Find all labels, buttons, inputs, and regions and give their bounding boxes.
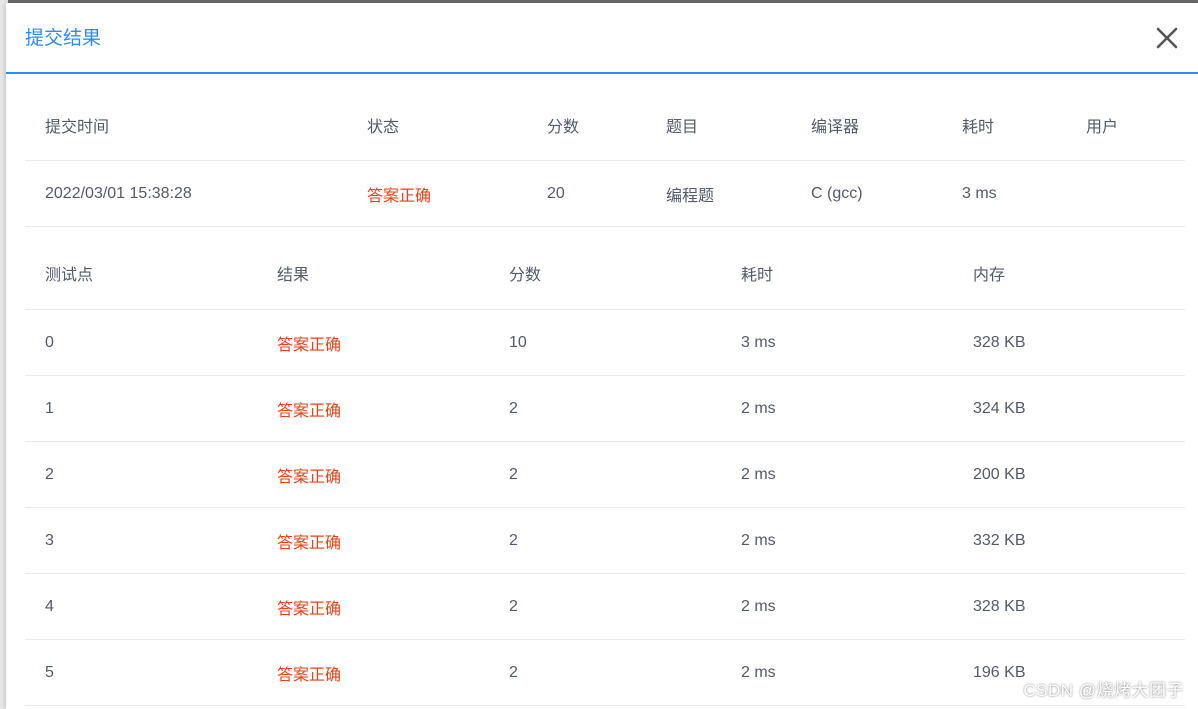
header-result: 结果	[257, 236, 489, 310]
case-time: 2 ms	[721, 441, 953, 508]
header-duration: 耗时	[942, 89, 1066, 161]
case-time: 2 ms	[721, 639, 953, 706]
problem-value: 编程题	[646, 160, 791, 227]
case-memory: 324 KB	[953, 375, 1185, 442]
case-result: 答案正确	[257, 441, 489, 508]
table-row: 1 答案正确 2 2 ms 324 KB	[25, 375, 1185, 442]
case-id: 2	[25, 441, 257, 508]
table-row: 2 答案正确 2 2 ms 200 KB	[25, 441, 1185, 508]
header-problem: 题目	[646, 89, 791, 161]
close-icon	[1156, 27, 1178, 49]
watermark: CSDN @烧烤大团子	[1023, 681, 1184, 700]
case-id: 3	[25, 507, 257, 574]
modal-title: 提交结果	[25, 28, 102, 49]
duration-value: 3 ms	[942, 160, 1066, 227]
case-result: 答案正确	[257, 507, 489, 574]
case-memory: 200 KB	[953, 441, 1185, 508]
case-result: 答案正确	[257, 639, 489, 706]
case-time: 2 ms	[721, 573, 953, 640]
header-submit-time: 提交时间	[25, 89, 347, 161]
header-score: 分数	[527, 89, 646, 161]
summary-header-row: 提交时间 状态 分数 题目 编译器 耗时 用户	[25, 89, 1185, 161]
case-id: 5	[25, 639, 257, 706]
case-id: 4	[25, 573, 257, 640]
case-memory: 328 KB	[953, 309, 1185, 376]
case-time: 3 ms	[721, 309, 953, 376]
case-id: 1	[25, 375, 257, 442]
header-user: 用户	[1066, 89, 1185, 161]
case-memory: 332 KB	[953, 507, 1185, 574]
submission-result-modal: 提交结果 提交时间 状态 分数 题目 编译器 耗时 用户 2022/03/01 …	[6, 3, 1198, 709]
case-score: 2	[489, 507, 721, 574]
summary-row: 2022/03/01 15:38:28 答案正确 20 编程题 C (gcc) …	[25, 160, 1185, 227]
table-row: 3 答案正确 2 2 ms 332 KB	[25, 507, 1185, 574]
table-row: 4 答案正确 2 2 ms 328 KB	[25, 573, 1185, 640]
modal-header: 提交结果	[6, 3, 1198, 74]
status-value: 答案正确	[347, 160, 527, 227]
case-memory: 328 KB	[953, 573, 1185, 640]
case-time: 2 ms	[721, 375, 953, 442]
header-case-time: 耗时	[721, 236, 953, 310]
case-result: 答案正确	[257, 309, 489, 376]
score-value: 20	[527, 160, 646, 227]
user-value	[1066, 160, 1185, 227]
case-score: 2	[489, 375, 721, 442]
close-button[interactable]	[1154, 25, 1180, 51]
header-case-score: 分数	[489, 236, 721, 310]
header-memory: 内存	[953, 236, 1185, 310]
header-compiler: 编译器	[791, 89, 942, 161]
test-cases-table: 测试点 结果 分数 耗时 内存 0 答案正确 10 3 ms 328 KB 1 …	[25, 236, 1185, 706]
table-row: 5 答案正确 2 2 ms 196 KB	[25, 639, 1185, 706]
case-score: 2	[489, 639, 721, 706]
header-status: 状态	[347, 89, 527, 161]
cases-header-row: 测试点 结果 分数 耗时 内存	[25, 236, 1185, 310]
case-result: 答案正确	[257, 375, 489, 442]
case-score: 2	[489, 573, 721, 640]
submission-summary-table: 提交时间 状态 分数 题目 编译器 耗时 用户 2022/03/01 15:38…	[25, 89, 1185, 227]
case-result: 答案正确	[257, 573, 489, 640]
case-time: 2 ms	[721, 507, 953, 574]
compiler-value: C (gcc)	[791, 160, 942, 227]
case-score: 10	[489, 309, 721, 376]
submit-time: 2022/03/01 15:38:28	[25, 160, 347, 227]
table-row: 0 答案正确 10 3 ms 328 KB	[25, 309, 1185, 376]
case-id: 0	[25, 309, 257, 376]
header-test-point: 测试点	[25, 236, 257, 310]
case-score: 2	[489, 441, 721, 508]
